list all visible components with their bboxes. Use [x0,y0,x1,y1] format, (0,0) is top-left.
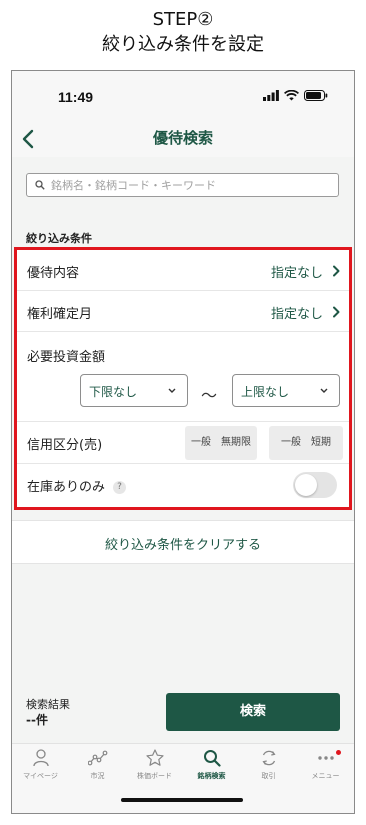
range-separator: 〜 [201,386,218,405]
yutai-content-value: 指定なし [270,266,323,281]
upper-limit-select[interactable]: 上限なし [232,374,340,407]
result-label: 検索結果 [26,698,70,711]
home-indicator [121,798,243,802]
help-icon[interactable]: ? [113,481,127,494]
kenri-month-value: 指定なし [270,307,323,322]
star-icon [145,749,164,766]
investment-row: 必要投資金額 下限なし 〜 上限なし [17,332,349,422]
tab-label: 取引 [261,772,276,780]
tab-label: 市況 [90,772,105,780]
step-subheading: 絞り込み条件を設定 [102,34,264,55]
search-icon [203,750,221,767]
yutai-content-label: 優待内容 [27,266,80,281]
nav-bar: 優待検索 [12,123,354,157]
result-bar: 検索結果 --件 検索 [12,683,354,743]
person-icon [32,749,49,767]
chevron-right-icon [333,306,340,318]
clear-area: 絞り込み条件をクリアする [12,520,354,564]
credit-option-short[interactable]: 一般 短期 [269,426,343,460]
signal-icon [263,90,279,101]
search-input[interactable] [51,178,321,192]
lower-limit-select[interactable]: 下限なし [80,374,188,407]
clear-filters-button[interactable]: 絞り込み条件をクリアする [12,534,354,553]
credit-option-unlimited[interactable]: 一般 無期限 [185,426,257,460]
credit-row: 信用区分(売) 一般 無期限 一般 短期 [17,422,349,464]
tab-label: 株価ボード [137,772,172,780]
step-heading: STEP② [152,9,214,30]
search-box[interactable] [26,173,339,197]
status-time: 11:49 [58,89,94,105]
stock-only-label-wrap: 在庫ありのみ? [27,476,127,495]
status-bar: 11:49 [12,71,354,123]
search-button[interactable]: 検索 [166,693,340,731]
stock-only-label: 在庫ありのみ [27,480,106,495]
kenri-month-row[interactable]: 権利確定月 指定なし [17,291,349,332]
tab-market[interactable]: 市況 [69,748,126,781]
yutai-content-row[interactable]: 優待内容 指定なし [17,250,349,291]
tab-label: メニュー [311,772,340,780]
market-graph-icon [87,750,107,766]
search-area [12,157,354,217]
upper-limit-value: 上限なし [241,385,290,399]
chevron-right-icon [333,265,340,277]
kenri-month-label: 権利確定月 [27,307,93,322]
phone-screen: 11:49 優待検索 銘柄名・銘柄コード・キーワード 絞り込み条件 優待内容 指… [11,70,355,814]
stock-only-toggle[interactable] [293,472,337,498]
filter-section-label: 絞り込み条件 [26,232,92,245]
stock-only-row: 在庫ありのみ? [17,464,349,507]
tab-mypage[interactable]: マイページ [12,748,69,781]
trade-cycle-icon [261,750,276,766]
battery-icon [304,90,328,101]
result-count: --件 [26,713,48,727]
credit-label: 信用区分(売) [27,438,103,453]
investment-label: 必要投資金額 [27,350,106,365]
tab-menu[interactable]: メニュー [297,748,354,781]
tab-bar: マイページ 市況 株価ボード 銘柄検索 取引 メニュー [12,743,354,813]
chevron-down-icon [168,388,176,393]
notification-dot [336,750,341,755]
toggle-knob [295,474,317,496]
tab-trade[interactable]: 取引 [240,748,297,781]
more-dots-icon [317,756,334,760]
search-icon [35,180,45,190]
tab-stock-search[interactable]: 銘柄検索 [183,748,240,781]
lower-limit-value: 下限なし [89,385,138,399]
tab-stock-board[interactable]: 株価ボード [126,748,183,781]
wifi-icon [284,90,299,101]
tab-label: マイページ [23,772,58,780]
tab-label: 銘柄検索 [197,772,226,780]
filter-panel: 優待内容 指定なし 権利確定月 指定なし 必要投資金額 下限なし 〜 上限なし … [14,247,352,510]
status-icons [263,90,328,101]
page-title: 優待検索 [152,129,213,147]
chevron-down-icon [320,388,328,393]
